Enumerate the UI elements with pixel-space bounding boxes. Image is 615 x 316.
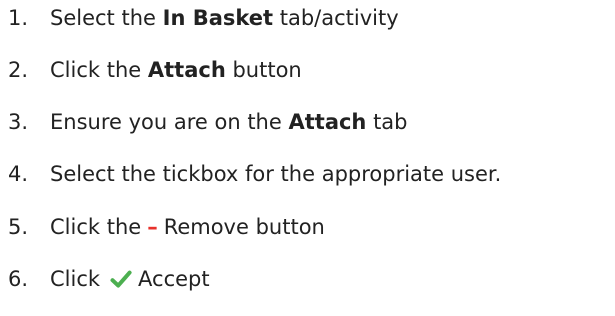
step-number: 3.: [8, 110, 29, 134]
step-text: Click the: [50, 58, 142, 82]
step-3: 3. Ensure you are on the Attach tab: [8, 107, 408, 137]
instruction-list: 1. Select the In Basket tab/activity 2. …: [0, 0, 615, 316]
step-emphasis: Attach: [288, 110, 367, 134]
step-number: 5.: [8, 215, 29, 239]
step-text: tab/activity: [279, 6, 399, 30]
step-text: Click: [50, 267, 101, 291]
step-number: 1.: [8, 6, 29, 30]
step-number: 6.: [8, 267, 29, 291]
step-2: 2. Click the Attach button: [8, 55, 302, 85]
step-text: Remove button: [163, 215, 325, 239]
step-text: Click the: [50, 215, 142, 239]
step-text: Accept: [138, 267, 210, 291]
step-emphasis: Attach: [147, 58, 226, 82]
step-text: Ensure you are on the: [50, 110, 282, 134]
step-text: button: [232, 58, 302, 82]
step-5: 5. Click the – Remove button: [8, 212, 325, 242]
step-1: 1. Select the In Basket tab/activity: [8, 3, 399, 33]
minus-icon: –: [147, 215, 158, 239]
step-6: 6. Click Accept: [8, 264, 210, 294]
step-text: Select the tickbox for the appropriate u…: [50, 162, 502, 186]
step-text: Select the: [50, 6, 156, 30]
step-4: 4. Select the tickbox for the appropriat…: [8, 159, 501, 189]
step-text: tab: [373, 110, 408, 134]
step-number: 4.: [8, 162, 29, 186]
step-number: 2.: [8, 58, 29, 82]
step-emphasis: In Basket: [162, 6, 274, 30]
check-icon: [110, 268, 132, 290]
